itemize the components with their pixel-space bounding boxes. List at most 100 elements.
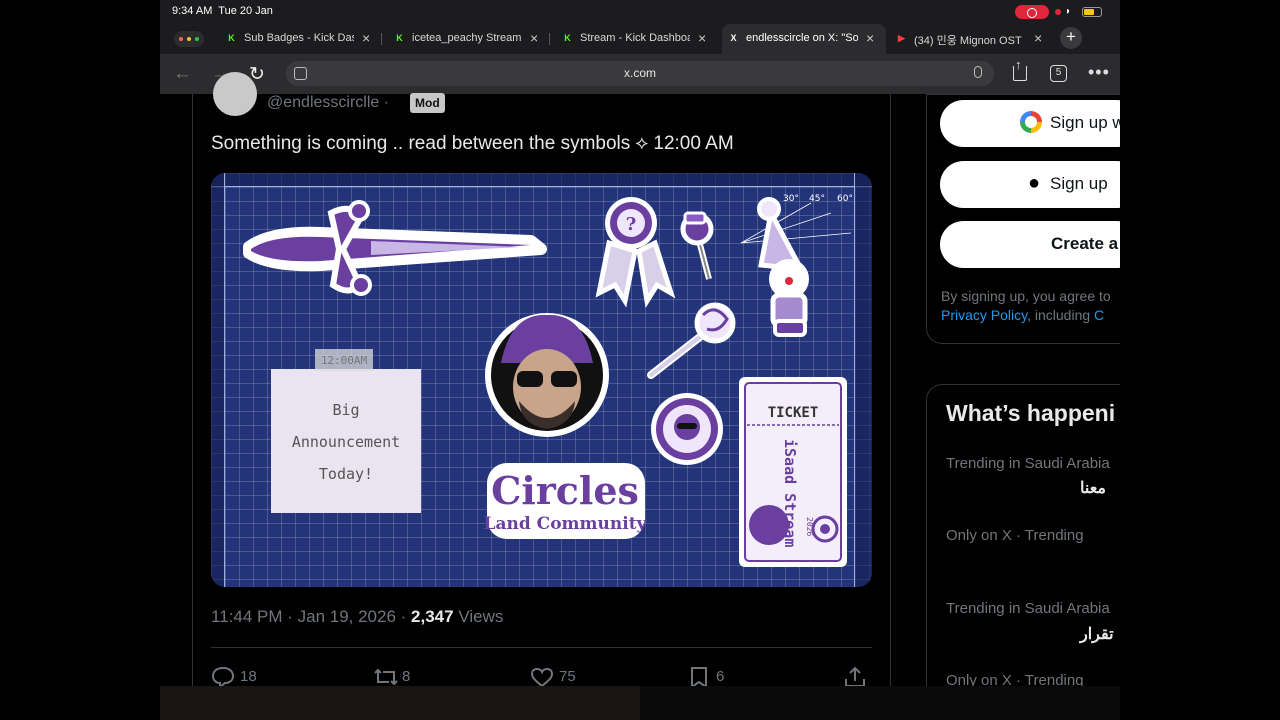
- note-line-1: Big: [332, 401, 359, 419]
- angle-label-30: 30°: [783, 194, 799, 204]
- bookmark-count: 6: [716, 668, 725, 685]
- tab-endlesscircle-x[interactable]: X endlesscircle on X: "Sor ×: [722, 24, 886, 54]
- angle-label-60: 60°: [837, 194, 853, 204]
- create-account-label: Create a: [1051, 234, 1119, 253]
- repost-count: 8: [402, 668, 411, 685]
- reply-button[interactable]: 18: [211, 666, 257, 686]
- like-count: 75: [559, 668, 576, 685]
- tab-stream-dashboard[interactable]: K Stream - Kick Dashboard ×: [562, 24, 712, 54]
- kick-favicon-icon: K: [228, 33, 235, 43]
- close-icon[interactable]: ×: [698, 30, 706, 46]
- close-icon[interactable]: ×: [362, 30, 370, 46]
- apple-signup-label: Sign up: [1050, 174, 1108, 193]
- share-post-button[interactable]: [843, 666, 867, 686]
- ribbon-badge-sticker: ?: [595, 197, 676, 308]
- tweet-detail: @endlesscirclle · Mod Something is comin…: [192, 72, 891, 686]
- bookmark-button[interactable]: 6: [687, 666, 724, 686]
- heart-icon: [530, 667, 554, 686]
- back-icon[interactable]: ←: [173, 63, 192, 85]
- svg-text:?: ?: [626, 214, 637, 235]
- kick-favicon-icon: K: [396, 33, 403, 43]
- share-icon: [845, 666, 865, 686]
- battery-icon: [1082, 7, 1102, 17]
- bookmark-icon: [691, 667, 707, 686]
- tab-title: Stream - Kick Dashboard: [580, 32, 690, 44]
- more-menu-icon[interactable]: •••: [1088, 62, 1110, 83]
- terms-line: By signing up, you agree to: [941, 288, 1111, 304]
- tab-icetea-stream[interactable]: K icetea_peachy Stream - ×: [394, 24, 550, 54]
- close-icon[interactable]: ×: [866, 30, 874, 46]
- avatar[interactable]: [213, 72, 257, 116]
- system-status-bar: 9:34 AM Tue 20 Jan ◗: [160, 0, 1120, 24]
- google-icon: [1020, 111, 1042, 133]
- reply-count: 18: [240, 668, 257, 685]
- microphone-icon[interactable]: [974, 66, 982, 78]
- close-icon[interactable]: ×: [1034, 30, 1042, 46]
- like-button[interactable]: 75: [530, 666, 576, 686]
- tweet-image[interactable]: ? 30° 45° 60° 12:00AM Big Announcement T…: [211, 173, 872, 587]
- create-account-button[interactable]: Create a: [940, 221, 1120, 268]
- mod-badge: Mod: [410, 93, 445, 113]
- note-line-3: Today!: [319, 465, 373, 483]
- terms-mid: , including: [1027, 307, 1095, 323]
- new-tab-button[interactable]: +: [1060, 27, 1082, 49]
- google-signup-label: Sign up w: [1050, 113, 1120, 132]
- clock: 9:34 AM Tue 20 Jan: [172, 5, 273, 17]
- tab-bar: K Sub Badges - Kick Dash × K icetea_peac…: [160, 24, 1120, 54]
- repost-button[interactable]: 8: [373, 666, 410, 686]
- privacy-policy-link[interactable]: Privacy Policy: [941, 307, 1027, 323]
- pushpin-sticker: [680, 211, 714, 280]
- tab-title: endlesscircle on X: "Sor: [746, 32, 858, 44]
- trend-context[interactable]: Only on X · Trending: [946, 672, 1084, 686]
- tweet-timestamp[interactable]: 11:44 PM · Jan 19, 2026 ·: [211, 607, 406, 626]
- clown-sticker: 30° 45° 60°: [740, 194, 853, 337]
- tweet-meta: 11:44 PM · Jan 19, 2026 · 2,347 Views: [211, 607, 503, 627]
- desk-background: [160, 686, 1120, 720]
- avatar-face-sticker: [485, 313, 609, 437]
- apple-icon: ●: [1028, 172, 1041, 194]
- dagger-sticker: [243, 200, 547, 296]
- tab-youtube-mignon[interactable]: ▶ (34) 민웅 Mignon OST 'A ×: [896, 24, 1046, 54]
- note-sticker: 12:00AM Big Announcement Today!: [271, 349, 421, 513]
- divider: [211, 647, 872, 648]
- google-signup-button[interactable]: Sign up w: [940, 100, 1120, 147]
- close-icon[interactable]: ×: [530, 30, 538, 46]
- window-controls[interactable]: [174, 31, 204, 47]
- wifi-icon: ◗: [1065, 6, 1072, 17]
- coin-sticker: [651, 393, 723, 465]
- lollipop-sticker: [647, 302, 736, 379]
- tab-sub-badges[interactable]: K Sub Badges - Kick Dash ×: [226, 24, 382, 54]
- views-count: 2,347: [411, 607, 454, 626]
- logo-word-circles: Circles: [491, 468, 639, 513]
- tab-title: Sub Badges - Kick Dash: [244, 32, 354, 44]
- url-text[interactable]: x.com: [286, 66, 994, 80]
- browser-window: 9:34 AM Tue 20 Jan ◗ K Sub Badges - Kick…: [160, 0, 1120, 686]
- trend-name[interactable]: تقرار: [1080, 624, 1114, 644]
- logo-word-community: Land Community: [484, 514, 648, 534]
- trends-title: What’s happeni: [946, 400, 1116, 426]
- kick-favicon-icon: K: [564, 33, 571, 43]
- youtube-favicon-icon: ▶: [898, 33, 905, 43]
- trend-context[interactable]: Trending in Saudi Arabia: [946, 455, 1110, 472]
- address-bar[interactable]: x.com: [286, 61, 994, 86]
- recording-dot-icon: [1055, 9, 1061, 15]
- browser-toolbar: ← → ↻ x.com 5 •••: [160, 54, 1120, 94]
- trend-context[interactable]: Only on X · Trending: [946, 527, 1084, 544]
- tweet-text: Something is coming .. read between the …: [211, 133, 734, 154]
- trend-name[interactable]: معنا: [1080, 478, 1106, 498]
- ticket-title: TICKET: [768, 405, 819, 421]
- circles-logo-sticker: Circles Land Community: [484, 463, 648, 539]
- x-favicon-icon: X: [730, 33, 737, 43]
- cookie-policy-link[interactable]: C: [1094, 307, 1104, 323]
- tab-overview-button[interactable]: 5: [1050, 65, 1067, 82]
- screen-record-icon[interactable]: [1015, 5, 1049, 19]
- apple-signup-button[interactable]: ● Sign up: [940, 161, 1120, 208]
- sticker-collage: ? 30° 45° 60° 12:00AM Big Announcement T…: [243, 194, 853, 567]
- trend-context[interactable]: Trending in Saudi Arabia: [946, 600, 1110, 617]
- share-icon[interactable]: [1013, 57, 1027, 81]
- ticket-sticker: TICKET iSaad Stream 2026: [739, 377, 847, 567]
- repost-icon: [374, 668, 398, 686]
- user-handle[interactable]: @endlesscirclle ·: [267, 94, 389, 112]
- angle-label-45: 45°: [809, 194, 825, 204]
- note-tape-text: 12:00AM: [321, 354, 368, 367]
